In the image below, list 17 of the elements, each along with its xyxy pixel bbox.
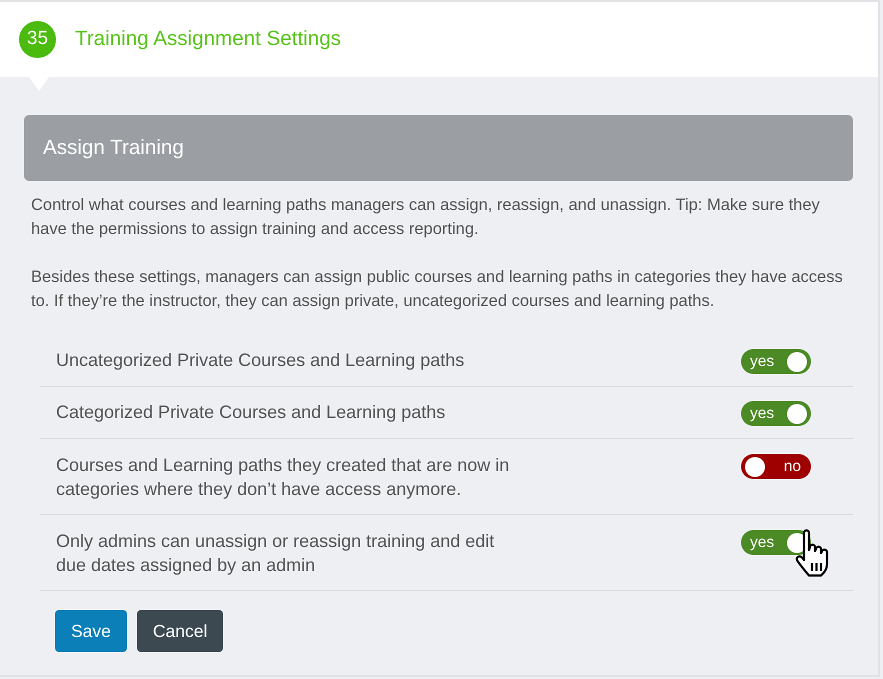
step-number-badge: 35 (19, 21, 56, 58)
knob-icon (745, 456, 765, 476)
description-text: Control what courses and learning paths managers can assign, reassign, and unassign. Tip: Make sure they have the permissions to assign training and access reporting. (31, 195, 821, 240)
knob-icon (787, 352, 807, 372)
setting-label: Categorized Private Courses and Learning paths (56, 401, 446, 424)
knob-icon (787, 404, 807, 424)
section-heading: Assign Training (24, 115, 853, 181)
setting-label: Courses and Learning paths they created that are now in categories where they don’t have access anymore. (56, 454, 510, 501)
description-text: Besides these settings, managers can assign public courses and learning paths in categories they have access to. If they’re the instructor, they can assign private, uncategorized courses and learning paths. (31, 267, 844, 312)
page-title: Training Assignment Settings (75, 26, 341, 52)
toggle-switch[interactable]: yes (741, 401, 811, 426)
cancel-button[interactable]: Cancel (136, 610, 224, 652)
toggle-switch[interactable]: no (741, 454, 811, 479)
save-button[interactable]: Save (55, 610, 127, 652)
toggle-switch[interactable]: yes (741, 349, 811, 374)
setting-label: Only admins can unassign or reassign training and edit due dates assigned by an admin (56, 530, 496, 577)
setting-label: Uncategorized Private Courses and Learning paths (56, 349, 464, 372)
